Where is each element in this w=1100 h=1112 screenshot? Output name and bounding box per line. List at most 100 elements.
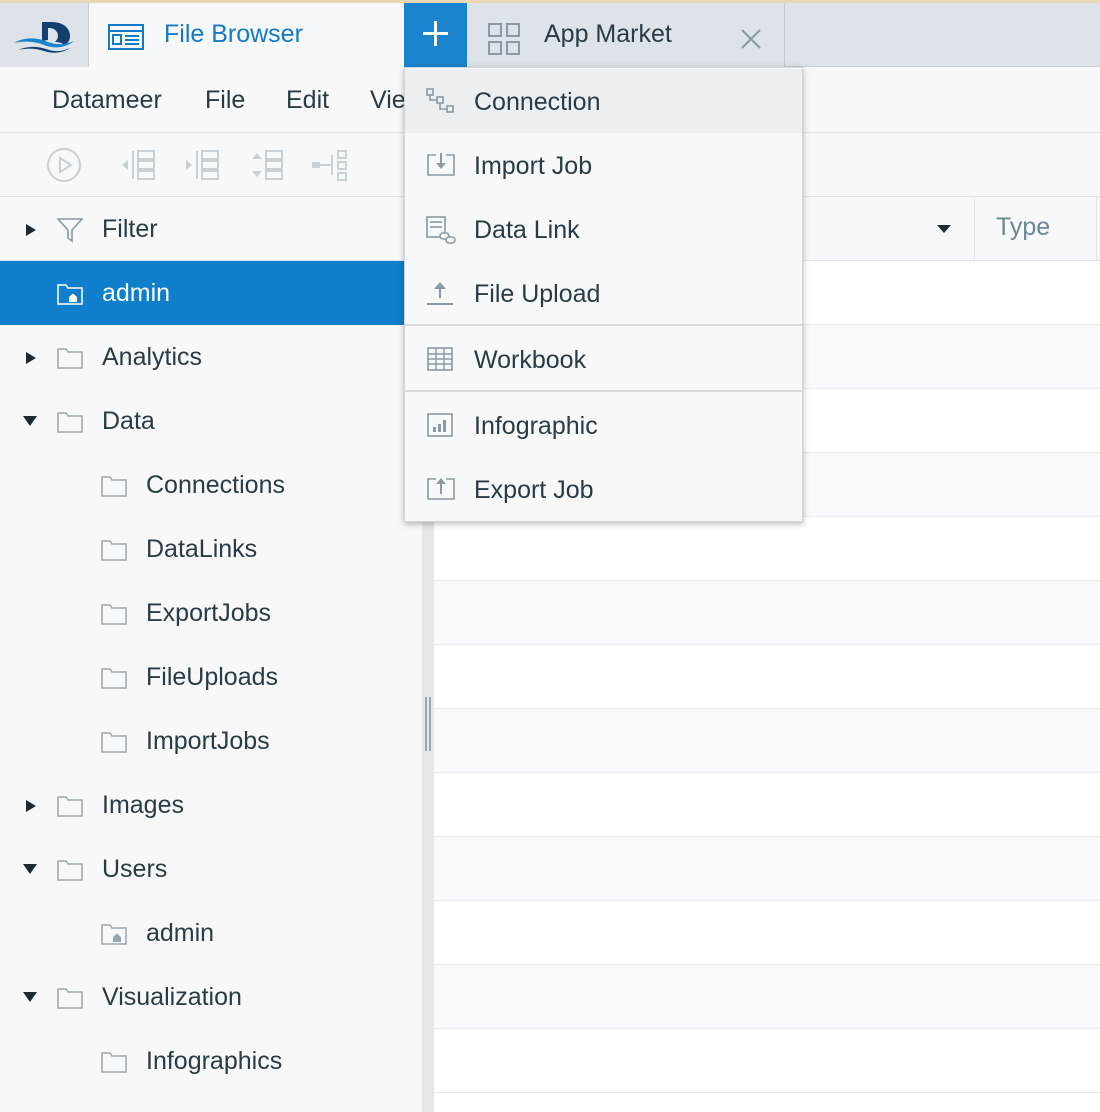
data-link-icon <box>426 216 456 244</box>
run-icon[interactable] <box>46 147 82 183</box>
tab-file-browser[interactable]: File Browser <box>89 3 404 68</box>
collapse-arrow-icon[interactable] <box>22 991 38 1003</box>
table-row[interactable] <box>434 517 1100 581</box>
splitter-grip[interactable] <box>425 697 431 751</box>
dropdown-item-file-upload[interactable]: File Upload <box>405 261 802 325</box>
table-row[interactable] <box>434 965 1100 1029</box>
filter-icon <box>57 218 83 243</box>
tree-item-label: DataLinks <box>146 535 258 563</box>
expand-arrow-icon[interactable] <box>25 799 37 813</box>
table-row[interactable] <box>434 1029 1100 1093</box>
table-row[interactable] <box>434 901 1100 965</box>
tree-item[interactable]: ExportJobs <box>0 581 404 645</box>
type-column-header[interactable]: Type <box>996 213 1050 242</box>
tree-item-label: ImportJobs <box>146 727 270 755</box>
folder-icon <box>101 476 127 497</box>
new-item-button[interactable] <box>404 3 467 67</box>
top-tab-bar: File Browser App Market <box>0 0 1100 68</box>
tree-item-label: admin <box>102 279 171 307</box>
tree-item-label: Connections <box>146 471 285 499</box>
dropdown-separator <box>405 324 802 326</box>
tree-item-label: admin <box>146 919 215 947</box>
expand-arrow-icon[interactable] <box>25 351 37 365</box>
collapse-arrow-icon[interactable] <box>22 415 38 427</box>
folder-icon <box>57 988 83 1009</box>
table-row[interactable] <box>434 581 1100 645</box>
tree-item-label: FileUploads <box>146 663 279 691</box>
export-job-icon <box>427 478 455 500</box>
workbook-icon <box>427 347 453 371</box>
tree-item[interactable]: Infographics <box>0 1029 404 1093</box>
collapse-arrow-icon[interactable] <box>22 863 38 875</box>
file-upload-icon <box>427 282 453 305</box>
table-row[interactable] <box>434 837 1100 901</box>
dropdown-item-import-job[interactable]: Import Job <box>405 133 802 197</box>
tab-file-browser-label: File Browser <box>164 20 303 48</box>
table-row[interactable] <box>434 773 1100 837</box>
tree-item[interactable]: ImportJobs <box>0 709 404 773</box>
tree-item[interactable]: FileUploads <box>0 645 404 709</box>
tree-item[interactable]: Images <box>0 773 404 837</box>
tree-item[interactable]: DataLinks <box>0 517 404 581</box>
dropdown-separator <box>405 390 802 392</box>
folder-icon <box>101 1052 127 1073</box>
datameer-logo[interactable] <box>0 3 89 67</box>
dropdown-label-file-upload: File Upload <box>474 280 601 308</box>
folder-icon <box>101 668 127 689</box>
folder-icon <box>57 796 83 817</box>
filter-row[interactable]: Filter <box>0 197 404 261</box>
dropdown-label-export-job: Export Job <box>474 476 594 504</box>
tree-item[interactable]: Users <box>0 837 404 901</box>
tree-item[interactable]: Data <box>0 389 404 453</box>
dropdown-label-import-job: Import Job <box>474 152 593 180</box>
datameer-logo-icon <box>14 22 74 53</box>
menu-edit[interactable]: Edit <box>286 86 329 115</box>
file-browser-icon <box>108 24 144 50</box>
lineage-icon[interactable] <box>310 147 350 183</box>
close-icon[interactable] <box>740 28 762 50</box>
tab-app-market-label: App Market <box>544 20 672 48</box>
sort-arrow-icon[interactable] <box>936 224 952 234</box>
tree-item-label: ExportJobs <box>146 599 272 627</box>
plus-icon <box>423 21 448 46</box>
table-row[interactable] <box>434 645 1100 709</box>
dropdown-item-workbook[interactable]: Workbook <box>405 327 802 391</box>
dropdown-label-workbook: Workbook <box>474 346 587 374</box>
dropdown-item-infographic[interactable]: Infographic <box>405 393 802 457</box>
dropdown-item-export-job[interactable]: Export Job <box>405 457 802 521</box>
move-left-icon[interactable] <box>120 147 158 183</box>
tree-item-label: Visualization <box>102 983 242 1011</box>
home-folder-icon <box>101 924 127 945</box>
dropdown-label-infographic: Infographic <box>474 412 598 440</box>
folder-icon <box>101 732 127 753</box>
tree-item-label: Infographics <box>146 1047 283 1075</box>
tree-item-label: Data <box>102 407 155 435</box>
dropdown-label-connection: Connection <box>474 88 601 116</box>
filter-label: Filter <box>102 215 158 243</box>
app-grid-icon <box>488 23 520 55</box>
tree-item[interactable]: Connections <box>0 453 404 517</box>
home-folder-icon <box>57 284 83 305</box>
tree-item[interactable]: Analytics <box>0 325 404 389</box>
tree-item-label: Analytics <box>102 343 203 371</box>
table-row[interactable] <box>434 709 1100 773</box>
tree-item-label: Images <box>102 791 184 819</box>
folder-icon <box>57 412 83 433</box>
connection-icon <box>426 88 454 113</box>
dropdown-item-connection[interactable]: Connection <box>405 69 802 133</box>
menu-datameer[interactable]: Datameer <box>52 86 162 115</box>
menu-file[interactable]: File <box>205 86 245 115</box>
move-right-icon[interactable] <box>184 147 222 183</box>
folder-icon <box>57 348 83 369</box>
tree-item[interactable]: Visualization <box>0 965 404 1029</box>
tree-item[interactable]: admin <box>0 261 404 325</box>
tab-app-market[interactable]: App Market <box>467 3 785 67</box>
menu-view[interactable]: Vie <box>370 86 406 115</box>
folder-tree: Filter admin Analytics Data Connections Data… <box>0 197 422 1112</box>
import-job-icon <box>427 153 455 176</box>
dropdown-item-data-link[interactable]: Data Link <box>405 197 802 261</box>
expand-arrow-icon[interactable] <box>25 223 37 237</box>
tree-item[interactable]: admin <box>0 901 404 965</box>
tree-item-label: Users <box>102 855 168 883</box>
move-up-down-icon[interactable] <box>248 147 286 183</box>
